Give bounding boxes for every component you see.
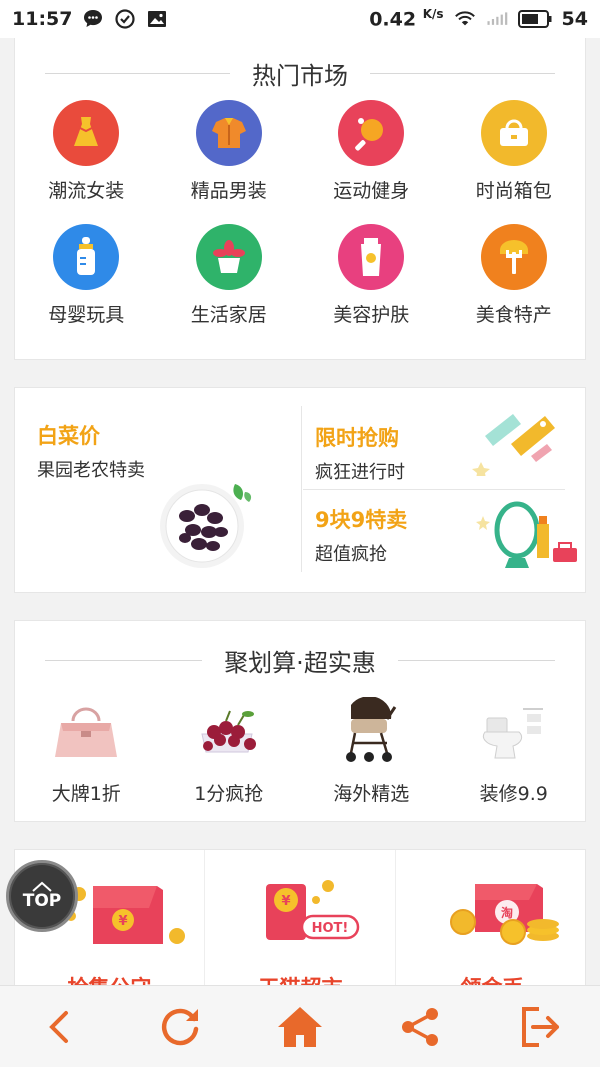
promo-card: 白菜价 果园老农特卖 限时抢购 疯狂进行时 9块9特卖 超值疯抢 — [14, 387, 586, 593]
exit-icon — [522, 1006, 559, 1047]
category-men[interactable]: 精品男装 — [158, 100, 301, 224]
svg-text:淘: 淘 — [501, 905, 513, 920]
promo-cheap-title: 白菜价 — [37, 424, 100, 448]
handbag-icon — [480, 100, 547, 166]
category-label: 运动健身 — [333, 180, 410, 202]
deal-label: 海外精选 — [333, 783, 410, 805]
deal-overseas[interactable]: 海外精选 — [300, 697, 443, 806]
status-time: 11:57 — [12, 8, 73, 30]
potted-plant-icon — [195, 224, 262, 290]
deal-renovation[interactable]: 装修9.9 — [443, 697, 586, 806]
hot-envelope-icon: ¥ HOT! — [256, 878, 366, 952]
promo-cheap[interactable]: 白菜价 果园老农特卖 — [15, 388, 301, 592]
promo-divider — [301, 406, 302, 572]
svg-text:HOT!: HOT! — [312, 921, 349, 936]
check-circle-icon — [114, 8, 136, 30]
chat-icon — [82, 8, 104, 30]
refresh-icon — [161, 1008, 199, 1045]
status-bar: 11:57 0.42 K/s 54 — [0, 0, 600, 38]
back-button[interactable] — [30, 997, 90, 1057]
baby-bottle-icon — [53, 224, 120, 290]
refresh-button[interactable] — [150, 997, 210, 1057]
image-icon — [146, 8, 168, 30]
stroller-icon — [331, 697, 411, 767]
deal-label: 装修9.9 — [479, 783, 548, 805]
juhuasuan-title: 聚划算·超实惠 — [224, 649, 376, 677]
scroll-to-top-button[interactable]: TOP — [6, 860, 78, 932]
battery-level: 54 — [561, 7, 588, 30]
deal-brand[interactable]: 大牌1折 — [15, 697, 158, 806]
category-label: 美容护肤 — [333, 304, 410, 326]
svg-text:¥: ¥ — [118, 914, 127, 929]
category-baby[interactable]: 母婴玩具 — [15, 224, 158, 348]
category-label: 潮流女装 — [48, 180, 125, 202]
wifi-icon — [454, 8, 476, 30]
share-button[interactable] — [390, 997, 450, 1057]
taobao-coins-icon: 淘 — [447, 874, 567, 958]
hot-market-header: 热门市场 — [15, 56, 585, 91]
tags-icon — [471, 406, 571, 480]
category-label: 母婴玩具 — [48, 304, 125, 326]
dress-icon — [53, 100, 120, 166]
raisins-image — [157, 476, 257, 580]
mirror-cosmetics-icon — [473, 496, 579, 576]
red-envelope-icon: ¥ — [65, 872, 195, 956]
category-food[interactable]: 美食特产 — [443, 224, 586, 348]
deal-one-cent[interactable]: 1分疯抢 — [158, 697, 301, 806]
hot-market-card: 热门市场 潮流女装 精品男装 运动健身 时尚箱包 母婴玩具 生活家居 美容护肤 … — [14, 38, 586, 360]
pingpong-icon — [338, 100, 405, 166]
fork-bread-icon — [480, 224, 547, 290]
network-speed: 0.42 K/s — [369, 7, 444, 31]
category-label: 生活家居 — [190, 304, 267, 326]
pink-handbag-icon — [46, 697, 126, 767]
hot-market-title: 热门市场 — [252, 62, 348, 90]
category-label: 时尚箱包 — [475, 180, 552, 202]
juhuasuan-header: 聚划算·超实惠 — [15, 643, 585, 678]
nine-nine-subtitle: 超值疯抢 — [315, 544, 387, 565]
battery-icon — [517, 9, 552, 28]
signal-icon — [486, 8, 508, 30]
juhuasuan-card: 聚划算·超实惠 大牌1折 1分疯抢 海外精选 装修9.9 — [14, 620, 586, 822]
exit-button[interactable] — [510, 997, 570, 1057]
promo-9-9[interactable]: 9块9特卖 超值疯抢 — [303, 490, 585, 592]
category-label: 精品男装 — [190, 180, 267, 202]
cosmetics-tube-icon — [338, 224, 405, 290]
category-grid: 潮流女装 精品男装 运动健身 时尚箱包 母婴玩具 生活家居 美容护肤 美食特产 — [15, 100, 585, 348]
promo-flash-sale[interactable]: 限时抢购 疯狂进行时 — [303, 388, 585, 489]
home-icon — [278, 1006, 322, 1047]
category-beauty[interactable]: 美容护肤 — [300, 224, 443, 348]
cherries-icon — [189, 697, 269, 767]
share-icon — [402, 1007, 438, 1046]
toilet-icon — [474, 697, 554, 767]
flash-sale-subtitle: 疯狂进行时 — [315, 462, 405, 483]
nine-nine-title: 9块9特卖 — [315, 508, 408, 532]
svg-text:¥: ¥ — [281, 894, 290, 909]
category-label: 美食特产 — [475, 304, 552, 326]
category-women[interactable]: 潮流女装 — [15, 100, 158, 224]
deal-label: 1分疯抢 — [194, 783, 264, 805]
back-icon — [49, 1010, 68, 1043]
category-sports[interactable]: 运动健身 — [300, 100, 443, 224]
flash-sale-title: 限时抢购 — [315, 426, 399, 450]
promo-cheap-subtitle: 果园老农特卖 — [37, 460, 145, 481]
shirt-icon — [195, 100, 262, 166]
deal-label: 大牌1折 — [51, 783, 121, 805]
category-home[interactable]: 生活家居 — [158, 224, 301, 348]
category-bags[interactable]: 时尚箱包 — [443, 100, 586, 224]
top-label: TOP — [22, 891, 62, 911]
bottom-nav — [0, 985, 600, 1067]
home-button[interactable] — [270, 997, 330, 1057]
